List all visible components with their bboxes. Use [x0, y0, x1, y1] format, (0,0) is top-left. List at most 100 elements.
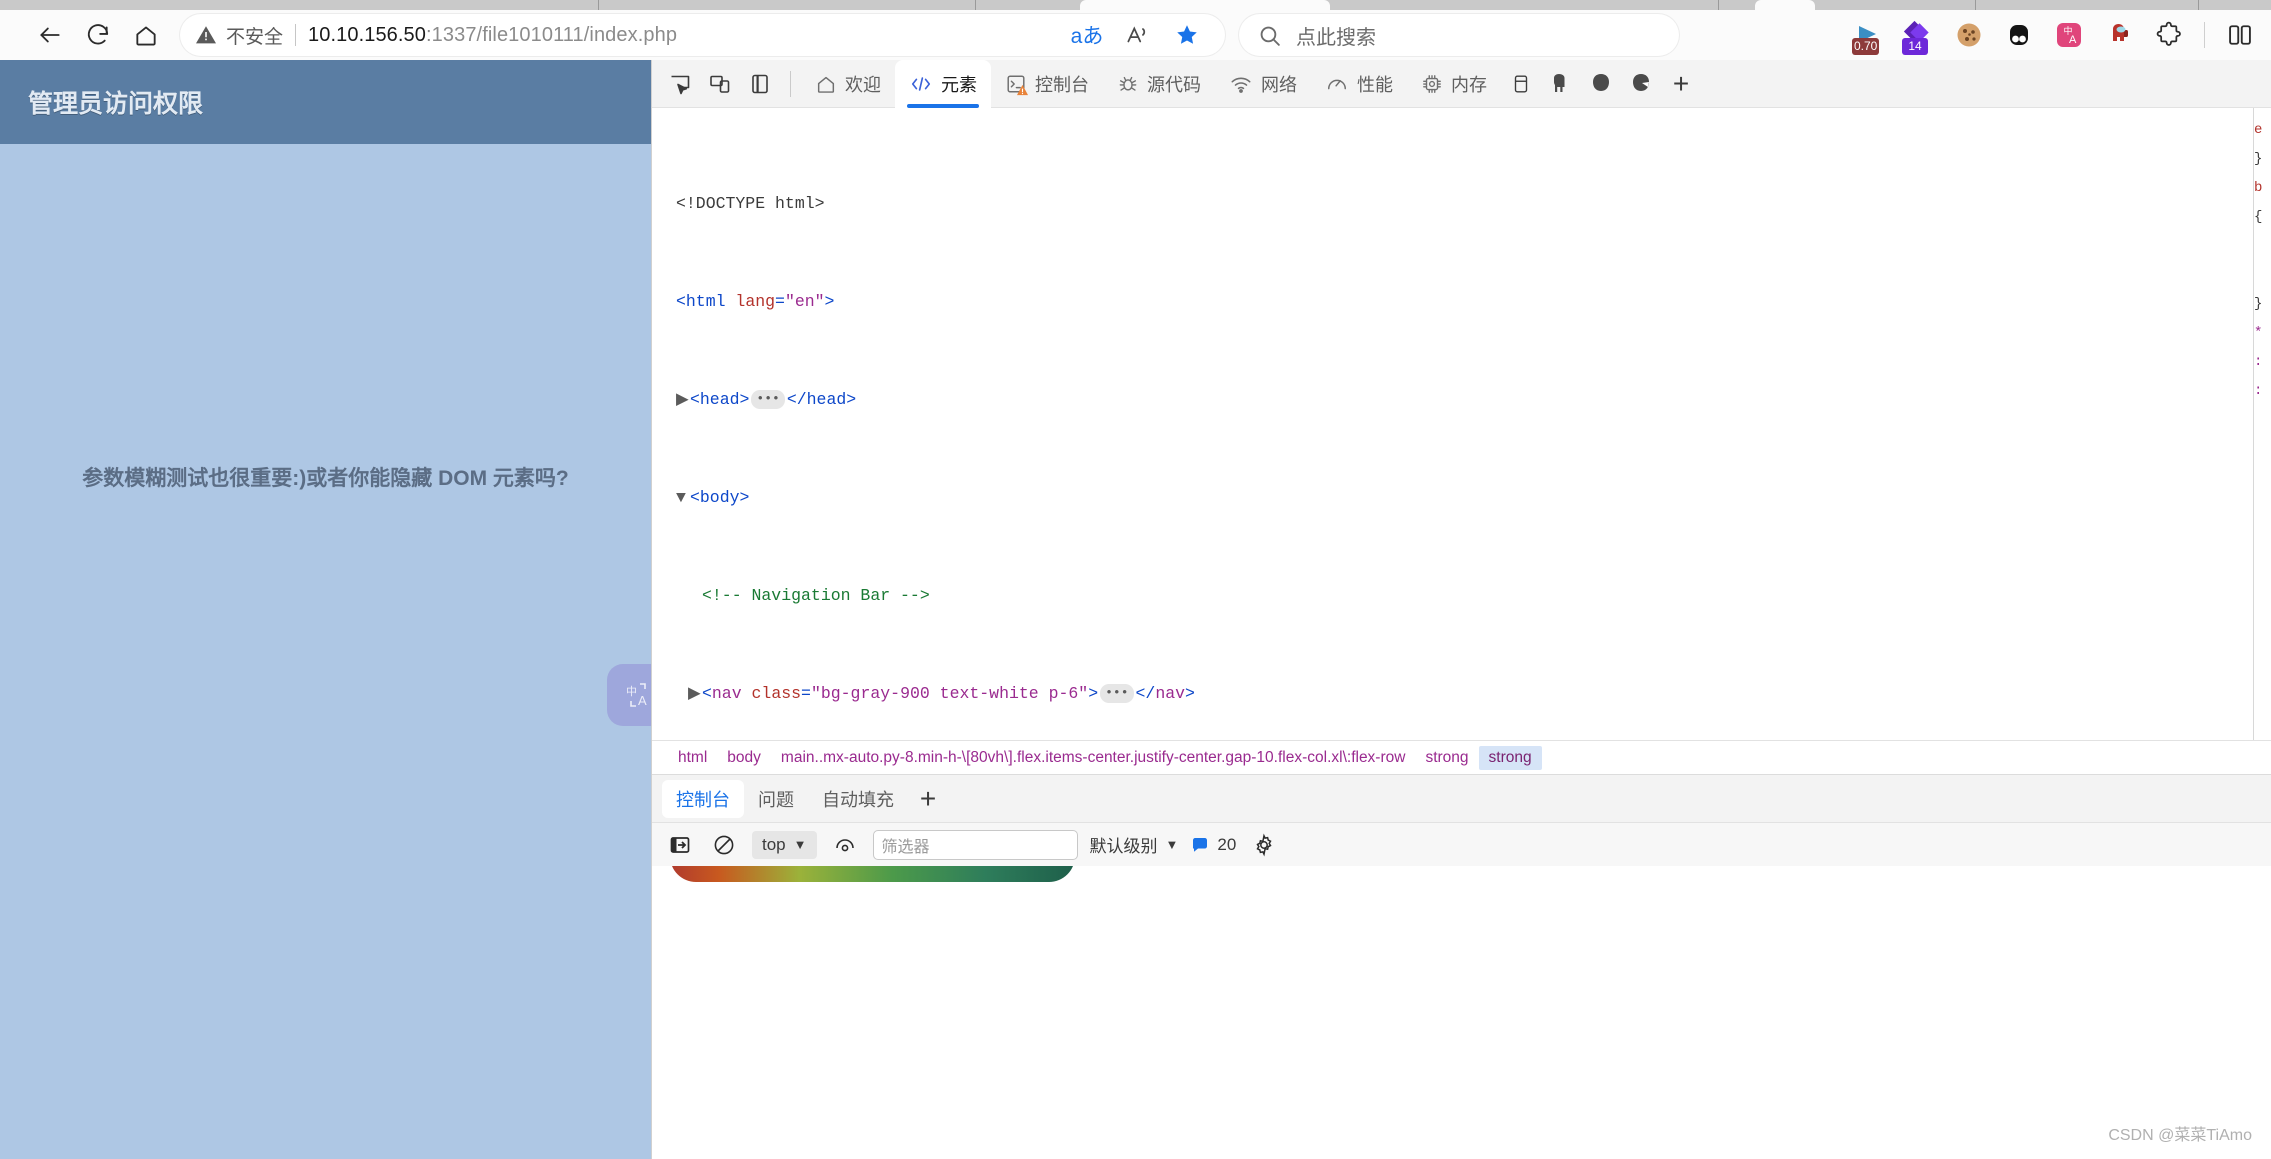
arrow-left-icon	[40, 27, 60, 43]
breadcrumb-item-strong-outer[interactable]: strong	[1415, 746, 1478, 770]
breadcrumb-item-html[interactable]: html	[668, 746, 717, 770]
extensions-area: 0.70 14 中 A	[1846, 13, 2271, 57]
translate-floating-button[interactable]: 中 A	[607, 664, 651, 726]
split-screen-button[interactable]	[2217, 13, 2263, 57]
styles-peek-line: *	[2254, 325, 2263, 341]
console-filter-input[interactable]: 筛选器	[872, 829, 1078, 860]
console-level-label: 默认级别	[1089, 837, 1158, 856]
dock-side-button[interactable]	[740, 64, 780, 104]
extension-tab-3[interactable]	[1621, 64, 1661, 104]
security-label: 不安全	[226, 26, 284, 48]
browser-tab-strip[interactable]	[0, 0, 2271, 10]
tab-performance[interactable]: 性能	[1311, 60, 1407, 108]
omnibox-actions: aあ	[1063, 13, 1211, 57]
devtools-tab-bar: 欢迎 元素 控制台 源代码 网络 性能 内存 +	[652, 59, 2271, 108]
toolbar-divider	[2204, 22, 2205, 48]
dom-line-doctype[interactable]: <!DOCTYPE html>	[652, 192, 2271, 217]
web-page-viewport[interactable]: 管理员访问权限 参数模糊测试也很重要:)或者你能隐藏 DOM 元素吗? 中 A	[0, 60, 651, 1159]
favorite-button[interactable]	[1165, 13, 1209, 57]
omnibox-divider	[295, 24, 297, 46]
drawer-tab-autofill[interactable]: 自动填充	[808, 780, 908, 818]
dom-line-html-open[interactable]: <html lang="en">	[652, 290, 2271, 315]
dom-line-body-open[interactable]: ▼ <body>	[652, 486, 2271, 511]
console-output[interactable]: h4cker injected CSDN @菜菜TiAmo	[652, 866, 2271, 1159]
diamond-extension[interactable]: 14	[1896, 13, 1942, 57]
devtools-panel: 欢迎 元素 控制台 源代码 网络 性能 内存 + <!DOCTYPE html>…	[651, 59, 2271, 1159]
styles-peek-line: :	[2254, 354, 2263, 370]
console-context-selector[interactable]: top ▼	[752, 830, 817, 859]
url-host: 10.10.156.50	[308, 23, 426, 46]
console-settings-button[interactable]	[1248, 829, 1280, 861]
chevron-down-icon: ▼	[793, 837, 807, 852]
tab-welcome-label: 欢迎	[845, 74, 881, 95]
console-terminal-icon-wrap	[1005, 73, 1029, 95]
dom-line-nav[interactable]: ▶<nav class="bg-gray-900 text-white p-6"…	[652, 682, 2271, 707]
reload-button[interactable]	[76, 13, 120, 57]
styles-pane-peek[interactable]: e } b { } * : :	[2253, 108, 2271, 740]
show-console-sidebar-icon	[670, 836, 690, 853]
network-wifi-icon	[1231, 77, 1251, 93]
gear-icon	[1256, 832, 1272, 857]
tab-network[interactable]: 网络	[1215, 60, 1311, 108]
browser-tab[interactable]	[1755, 0, 1815, 10]
tab-welcome[interactable]: 欢迎	[801, 60, 895, 108]
video-speed-extension[interactable]: 0.70	[1846, 13, 1892, 57]
search-placeholder: 点此搜索	[1296, 26, 1376, 49]
extension-tab-1[interactable]	[1541, 64, 1581, 104]
translate-button[interactable]: aあ	[1065, 13, 1109, 57]
security-indicator[interactable]: 不安全	[194, 22, 283, 49]
styles-peek-line	[2254, 261, 2271, 290]
tab-memory[interactable]: 内存	[1407, 60, 1501, 108]
injected-banner: h4cker injected	[670, 866, 1075, 882]
breadcrumb-item-main[interactable]: main..mx-auto.py-8.min-h-\[80vh\].flex.i…	[771, 746, 1416, 770]
add-panel-button[interactable]: +	[1661, 64, 1701, 104]
styles-peek-line: e	[2254, 122, 2263, 138]
console-message-count[interactable]: 20	[1190, 835, 1236, 855]
drawer-tab-console[interactable]: 控制台	[662, 779, 744, 818]
home-button[interactable]	[124, 13, 168, 57]
back-button[interactable]	[28, 13, 72, 57]
tab-performance-label: 性能	[1357, 74, 1393, 95]
dom-line-comment-nav[interactable]: <!-- Navigation Bar -->	[652, 584, 2271, 609]
browser-tab-active[interactable]	[1080, 0, 1330, 10]
svg-text:A: A	[638, 693, 647, 708]
tab-elements[interactable]: 元素	[895, 59, 991, 108]
star-filled-icon	[1177, 25, 1197, 44]
dom-tree-pane[interactable]: <!DOCTYPE html> <html lang="en"> ▶<head>…	[652, 108, 2271, 740]
immersive-translate-extension[interactable]: 中 A	[2046, 13, 2092, 57]
read-aloud-button[interactable]	[1115, 13, 1159, 57]
cookie-extension[interactable]	[1946, 13, 1992, 57]
message-bubble-icon	[1193, 837, 1208, 852]
clear-console-button[interactable]	[708, 829, 740, 861]
svg-text:A: A	[2069, 34, 2077, 46]
page-nav-title: 管理员访问权限	[28, 90, 204, 118]
dock-side-icon	[752, 74, 768, 93]
warning-triangle-icon	[196, 26, 216, 44]
address-bar[interactable]: 不安全 10.10.156.50:1337/file1010111/index.…	[180, 14, 1225, 56]
dom-line-head[interactable]: ▶<head> ••• </head>	[652, 388, 2271, 413]
tab-application[interactable]	[1501, 64, 1541, 104]
tab-sources[interactable]: 源代码	[1103, 60, 1215, 108]
search-box[interactable]: 点此搜索	[1239, 14, 1679, 56]
device-toolbar-button[interactable]	[700, 64, 740, 104]
console-level-selector[interactable]: 默认级别 ▼	[1090, 832, 1179, 857]
drawer-tab-bar: 控制台 问题 自动填充 +	[652, 774, 2271, 822]
breadcrumb-item-strong-inner[interactable]: strong	[1478, 745, 1542, 770]
inspect-element-button[interactable]	[660, 64, 700, 104]
among-us-extension[interactable]	[2096, 13, 2142, 57]
console-sidebar-button[interactable]	[664, 829, 696, 861]
drawer-add-tab-button[interactable]: +	[908, 779, 948, 819]
split-screen-icon	[2229, 25, 2251, 45]
panda-extension[interactable]	[1996, 13, 2042, 57]
performance-gauge-icon	[1328, 79, 1346, 89]
live-expression-button[interactable]	[829, 829, 861, 861]
extension-tab-2[interactable]	[1581, 64, 1621, 104]
clear-console-icon	[714, 835, 734, 854]
dom-breadcrumb: html body main..mx-auto.py-8.min-h-\[80v…	[652, 740, 2271, 774]
drawer-tab-issues[interactable]: 问题	[744, 780, 808, 818]
url-text[interactable]: 10.10.156.50:1337/file1010111/index.php	[308, 24, 677, 47]
code-icon	[911, 76, 931, 91]
tab-console[interactable]: 控制台	[991, 60, 1103, 108]
extensions-button[interactable]	[2146, 13, 2192, 57]
breadcrumb-item-body[interactable]: body	[717, 746, 771, 770]
